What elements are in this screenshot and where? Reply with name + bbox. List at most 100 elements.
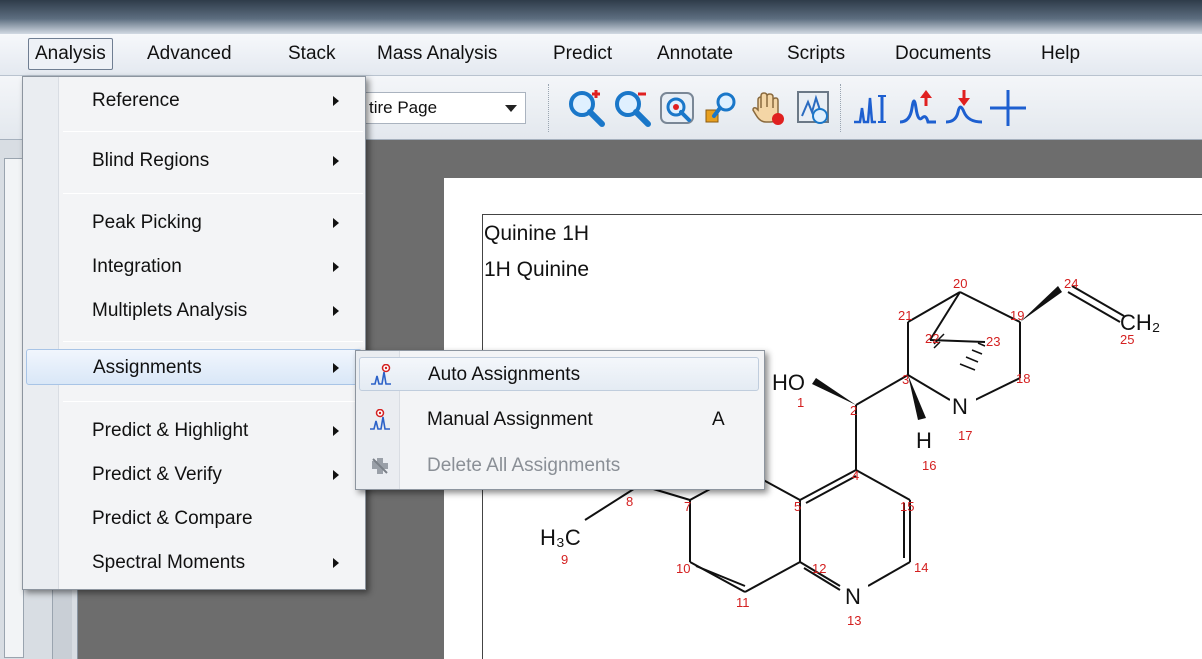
- menu-mass-analysis[interactable]: Mass Analysis: [377, 38, 497, 70]
- zoom-fit-icon[interactable]: [658, 88, 698, 128]
- menu-item-label: Predict & Highlight: [92, 420, 249, 441]
- methyl-label: H₃C: [540, 525, 581, 550]
- menu-stack[interactable]: Stack: [288, 38, 336, 70]
- atom-number: 11: [736, 595, 750, 610]
- atom-number: 14: [914, 560, 928, 575]
- atom-number: 22: [925, 331, 939, 346]
- atom-number: 5: [794, 499, 801, 514]
- submenu-arrow-icon: [333, 262, 339, 272]
- atom-number: 19: [1010, 308, 1024, 323]
- toolbar-separator: [548, 84, 549, 132]
- menu-item-blind-regions[interactable]: Blind Regions: [26, 143, 362, 179]
- menu-item-reference[interactable]: Reference: [26, 83, 362, 119]
- menu-separator: [63, 131, 363, 132]
- menu-separator: [63, 341, 363, 342]
- menu-scripts[interactable]: Scripts: [787, 38, 845, 70]
- menu-item-predict-compare[interactable]: Predict & Compare: [26, 501, 362, 537]
- zoom-in-icon[interactable]: [566, 88, 606, 128]
- atom-number: 1: [797, 395, 804, 410]
- menu-item-predict-verify[interactable]: Predict & Verify: [26, 457, 362, 493]
- menu-analysis[interactable]: Analysis: [28, 38, 113, 70]
- menu-item-label: Reference: [92, 90, 180, 111]
- atom-number: 3: [902, 372, 909, 387]
- submenu-arrow-icon: [333, 470, 339, 480]
- zoom-combo-value: tire Page: [369, 98, 438, 117]
- assignments-submenu: Auto Assignments Manual Assignment A Del…: [355, 350, 765, 490]
- toolbar-separator: [840, 84, 841, 132]
- zoom-out-icon[interactable]: [612, 88, 652, 128]
- zoom-combo[interactable]: tire Page: [362, 92, 526, 124]
- menubar: Analysis Advanced Stack Mass Analysis Pr…: [0, 34, 1202, 76]
- submenu-arrow-icon: [333, 156, 339, 166]
- atom-number: 25: [1120, 332, 1134, 347]
- atom-number: 2: [850, 403, 857, 418]
- submenu-arrow-icon: [333, 306, 339, 316]
- analysis-menu: Reference Blind Regions Peak Picking Int…: [22, 76, 366, 590]
- chevron-down-icon[interactable]: [505, 105, 517, 112]
- menu-annotate[interactable]: Annotate: [657, 38, 733, 70]
- zoom-image-icon[interactable]: [794, 88, 834, 128]
- atom-number: 10: [676, 561, 690, 576]
- menu-item-auto-assignments[interactable]: Auto Assignments: [359, 357, 759, 391]
- menu-separator: [63, 401, 363, 402]
- menu-item-label: Integration: [92, 256, 182, 277]
- menu-advanced[interactable]: Advanced: [147, 38, 232, 70]
- pan-hand-icon[interactable]: [748, 88, 788, 128]
- menu-documents[interactable]: Documents: [895, 38, 991, 70]
- shortcut-label: A: [712, 409, 725, 430]
- submenu-arrow-icon: [333, 363, 339, 373]
- peak-pick-icon[interactable]: [852, 88, 892, 128]
- submenu-arrow-icon: [333, 218, 339, 228]
- menu-item-label: Blind Regions: [92, 150, 210, 171]
- atom-number: 12: [812, 561, 826, 576]
- menu-item-label: Predict & Compare: [92, 508, 253, 529]
- menu-item-label: Predict & Verify: [92, 464, 222, 485]
- menu-help[interactable]: Help: [1041, 38, 1080, 70]
- menu-item-peak-picking[interactable]: Peak Picking: [26, 205, 362, 241]
- submenu-arrow-icon: [333, 96, 339, 106]
- menu-item-predict-highlight[interactable]: Predict & Highlight: [26, 413, 362, 449]
- nitrogen-13-label: N: [845, 584, 861, 609]
- menu-item-label: Peak Picking: [92, 212, 202, 233]
- delete-assign-icon: [372, 458, 388, 474]
- menu-item-delete-all-assignments[interactable]: Delete All Assignments: [359, 449, 759, 483]
- auto-assign-icon: [371, 364, 391, 385]
- hydroxyl-label: HO: [772, 370, 805, 395]
- atom-number: 8: [626, 494, 633, 509]
- atom-number: 18: [1016, 371, 1030, 386]
- menu-item-label: Assignments: [93, 357, 202, 378]
- window-titlebar: [0, 0, 1202, 34]
- atom-number: 16: [922, 458, 936, 473]
- submenu-arrow-icon: [333, 426, 339, 436]
- atom-number: 7: [684, 499, 691, 514]
- peak-add-icon[interactable]: [898, 88, 938, 128]
- menu-separator: [63, 193, 363, 194]
- document-title: Quinine 1H: [484, 222, 590, 245]
- atom-number: 20: [953, 276, 967, 291]
- side-panel-scrollbar[interactable]: [4, 158, 24, 658]
- menu-item-label: Delete All Assignments: [427, 455, 621, 476]
- atom-number: 13: [847, 613, 861, 628]
- submenu-arrow-icon: [333, 558, 339, 568]
- menu-item-assignments[interactable]: Assignments: [26, 349, 362, 385]
- hydrogen-label: H: [916, 428, 932, 453]
- menu-item-multiplets-analysis[interactable]: Multiplets Analysis: [26, 293, 362, 329]
- menu-item-manual-assignment[interactable]: Manual Assignment A: [359, 403, 759, 437]
- atom-number: 9: [561, 552, 568, 567]
- menu-item-integration[interactable]: Integration: [26, 249, 362, 285]
- menu-item-label: Multiplets Analysis: [92, 300, 248, 321]
- menu-predict[interactable]: Predict: [553, 38, 612, 70]
- atom-number: 21: [898, 308, 912, 323]
- menu-item-label: Spectral Moments: [92, 552, 246, 573]
- crosshair-icon[interactable]: [988, 88, 1028, 128]
- menu-item-label: Manual Assignment: [427, 409, 593, 430]
- atom-number: 15: [900, 499, 914, 514]
- menu-item-spectral-moments[interactable]: Spectral Moments: [26, 545, 362, 581]
- peak-remove-icon[interactable]: [944, 88, 984, 128]
- atom-number: 4: [852, 468, 859, 483]
- atom-number: 17: [958, 428, 972, 443]
- zoom-region-icon[interactable]: [702, 88, 742, 128]
- nitrogen-17-label: N: [952, 394, 968, 419]
- atom-number: 24: [1064, 276, 1078, 291]
- menu-item-label: Auto Assignments: [428, 364, 581, 385]
